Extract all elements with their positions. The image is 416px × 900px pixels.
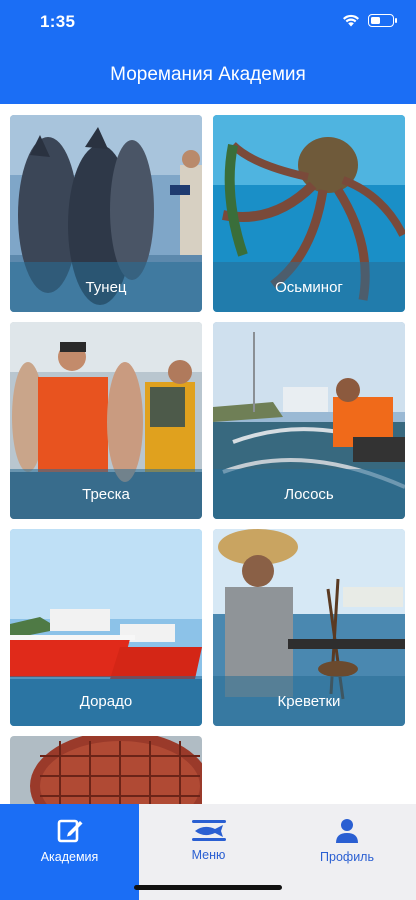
category-card-tuna[interactable]: Тунец (10, 115, 202, 312)
card-label-bar: Креветки (213, 676, 405, 726)
card-label: Треска (82, 485, 130, 503)
tab-profile[interactable]: Профиль (278, 804, 416, 900)
card-label-bar: Дорадо (10, 676, 202, 726)
category-card-salmon[interactable]: Лосось (213, 322, 405, 519)
category-card-shrimp[interactable]: Креветки (213, 529, 405, 726)
tab-label: Академия (40, 850, 99, 864)
card-label: Креветки (277, 692, 341, 710)
app-header: 1:35 Моремания Академия (0, 0, 416, 104)
card-label: Тунец (85, 278, 127, 296)
card-label: Осьминог (275, 278, 343, 296)
category-card-cod[interactable]: Треска (10, 322, 202, 519)
category-card-octopus[interactable]: Осьминог (213, 115, 405, 312)
card-label-bar: Осьминог (213, 262, 405, 312)
tab-label: Меню (191, 848, 226, 862)
card-label: Дорадо (79, 692, 133, 710)
card-label: Лосось (284, 485, 334, 503)
battery-icon (368, 14, 397, 27)
tab-label: Профиль (320, 850, 374, 864)
status-time: 1:35 (40, 12, 76, 31)
category-grid: Тунец Осьминог Треска Лосось Дорадо Крев… (0, 104, 416, 804)
card-label-bar: Тунец (10, 262, 202, 312)
card-label-bar: Треска (10, 469, 202, 519)
tab-academy[interactable]: Академия (0, 804, 139, 900)
status-icons (342, 14, 397, 27)
wifi-icon (343, 14, 359, 27)
card-label-bar: Лосось (213, 469, 405, 519)
category-card-net[interactable] (10, 736, 202, 804)
edit-icon (57, 819, 82, 843)
fishing-net-photo (10, 736, 202, 804)
category-card-dorado[interactable]: Дорадо (10, 529, 202, 726)
person-icon (336, 819, 358, 843)
page-title: Моремания Академия (110, 64, 306, 85)
fish-icon (191, 820, 226, 841)
home-indicator (134, 885, 282, 890)
